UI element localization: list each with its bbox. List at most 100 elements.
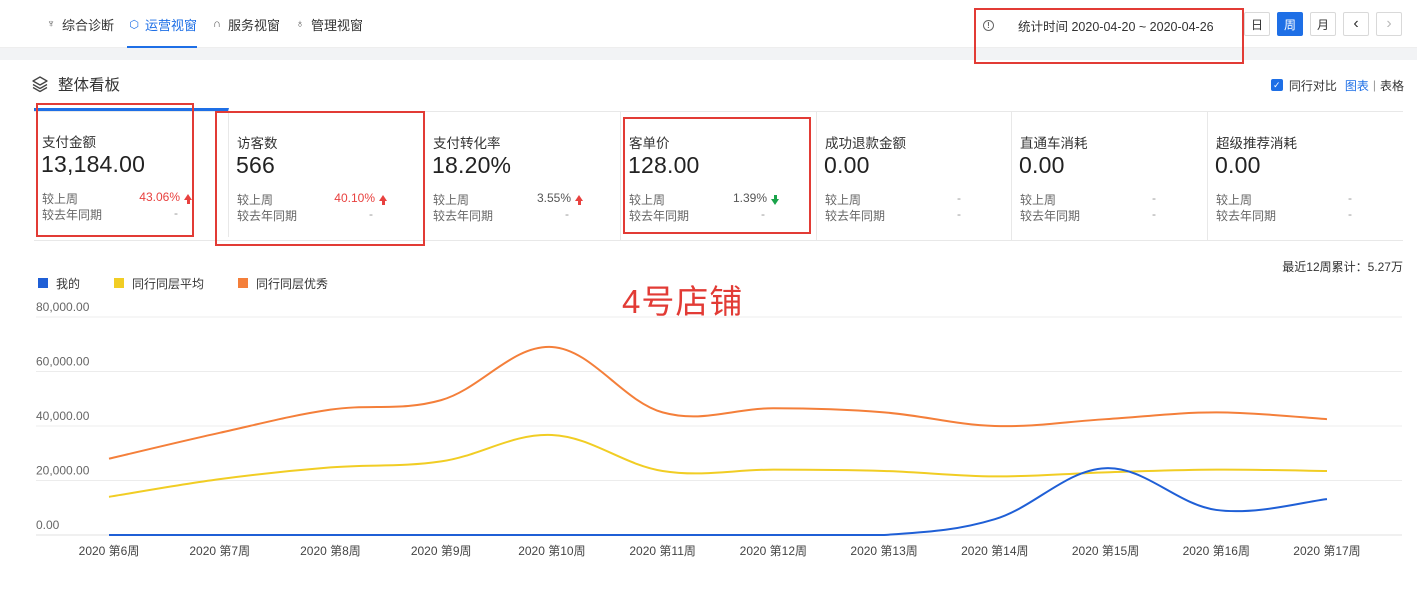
metric-value: 13,184.00: [41, 151, 146, 177]
wow-text: 1.39%: [732, 191, 767, 205]
yoy-value: -: [1152, 207, 1156, 221]
peer-compare-label: 同行对比: [1288, 78, 1337, 93]
wow-value: -: [1152, 191, 1156, 205]
yoy-label: 较去年同期: [433, 209, 494, 223]
wow-value: -: [957, 191, 961, 205]
metric-card-conversion[interactable]: 支付转化率 18.20% 较上周 3.55% 较去年同期 -: [425, 112, 621, 241]
panel-tools: ✓ 同行对比 图表 | 表格: [1270, 76, 1404, 94]
legend-item-peer-excellent[interactable]: 同行同层优秀: [238, 275, 328, 292]
wow-label: 较上周: [825, 193, 862, 207]
metric-value: 128.00: [628, 152, 700, 178]
period-day-button[interactable]: 日: [1244, 12, 1270, 36]
x-axis-ticks: 2020 第6周 2020 第7周 2020 第8周 2020 第9周 2020 第10…: [79, 544, 1361, 558]
period-week-button[interactable]: 周: [1277, 12, 1303, 36]
x-tick-label: 2020 第6周: [79, 544, 140, 558]
chart-grid: [36, 316, 1402, 536]
line-chart: 0.00 20,000.00 40,000.00 60,000.00 80,000.00…: [36, 300, 1402, 558]
chart-view-link[interactable]: 图表: [1345, 77, 1369, 94]
cumulative-summary: 最近12周累计：5.27万: [1282, 260, 1403, 274]
wow-label: 较上周: [629, 193, 666, 207]
metric-card-pay-amount[interactable]: 支付金额 13,184.00 较上周 43.06% 较去年同期 -: [34, 108, 229, 237]
wow-value: 40.10%: [334, 191, 387, 205]
metric-value: 0.00: [824, 152, 870, 178]
legend-item-mine[interactable]: 我的: [38, 275, 80, 292]
stat-time-text: 统计时间 2020-04-20 ~ 2020-04-26: [1018, 19, 1214, 34]
tab-manage[interactable]: ♁ 管理视窗: [293, 0, 363, 48]
wow-label: 较上周: [1216, 193, 1253, 207]
legend-label: 我的: [56, 276, 81, 291]
chevron-right-icon: ›: [1386, 15, 1392, 32]
wow-text: 3.55%: [536, 191, 571, 205]
manage-icon: ♁: [295, 18, 305, 30]
metric-label: 直通车消耗: [1020, 136, 1088, 151]
wow-text: 43.06%: [139, 190, 180, 204]
metric-card-unit-price[interactable]: 客单价 128.00 较上周 1.39% 较去年同期 -: [621, 112, 817, 241]
legend-label: 同行同层优秀: [256, 276, 329, 291]
metric-wow: 较上周 -: [825, 191, 975, 208]
prev-period-button[interactable]: ‹: [1343, 12, 1369, 36]
app-root: ♆ 综合诊断 ⬡ 运营视窗 ∩ 服务视窗 ♁ 管理视窗 ! 统计时间 2020-…: [0, 0, 1417, 591]
wow-value: 1.39%: [733, 191, 779, 205]
metric-card-refund[interactable]: 成功退款金额 0.00 较上周 - 较去年同期 -: [817, 112, 1012, 241]
chart-legend: 我的 同行同层平均 同行同层优秀: [38, 275, 362, 291]
x-tick-label: 2020 第8周: [300, 544, 361, 558]
metric-wow: 较上周 -: [1020, 191, 1170, 208]
metric-value: 0.00: [1215, 152, 1261, 178]
metric-wow: 较上周 -: [1216, 191, 1366, 208]
top-nav: ♆ 综合诊断 ⬡ 运营视窗 ∩ 服务视窗 ♁ 管理视窗 ! 统计时间 2020-…: [0, 0, 1417, 48]
metric-card-ztc[interactable]: 直通车消耗 0.00 较上周 - 较去年同期 -: [1012, 112, 1208, 241]
yoy-label: 较去年同期: [825, 209, 886, 223]
series-line-0: [109, 467, 1328, 536]
arrow-down-icon: [771, 195, 779, 205]
x-tick-label: 2020 第7周: [189, 544, 250, 558]
yoy-value: -: [174, 206, 178, 220]
metric-yoy: 较去年同期 -: [237, 207, 387, 224]
metric-cards: 支付金额 13,184.00 较上周 43.06% 较去年同期 - 访客数 56…: [34, 108, 1403, 241]
tab-operation[interactable]: ⬡ 运营视窗: [127, 0, 198, 48]
x-tick-label: 2020 第12周: [740, 544, 807, 558]
arrow-up-icon: [379, 195, 387, 205]
tab-service[interactable]: ∩ 服务视窗: [210, 0, 280, 48]
peer-compare-checkbox[interactable]: ✓: [1270, 79, 1283, 91]
metric-card-super-recommend[interactable]: 超级推荐消耗 0.00 较上周 - 较去年同期 -: [1208, 112, 1403, 241]
metric-yoy: 较去年同期 -: [1020, 207, 1170, 224]
metric-label: 超级推荐消耗: [1216, 136, 1297, 151]
legend-label: 同行同层平均: [132, 276, 205, 291]
tab-label: 综合诊断: [62, 17, 115, 33]
arrow-up-icon: [575, 195, 583, 205]
wow-value: 3.55%: [537, 191, 583, 205]
yoy-label: 较去年同期: [42, 208, 103, 222]
x-tick-label: 2020 第17周: [1293, 544, 1360, 558]
wow-label: 较上周: [433, 193, 470, 207]
metric-wow: 较上周 3.55%: [433, 191, 583, 208]
yoy-value: -: [1348, 207, 1352, 221]
metric-label: 成功退款金额: [825, 136, 906, 151]
tab-label: 服务视窗: [228, 17, 281, 33]
next-period-button[interactable]: ›: [1376, 12, 1402, 36]
metric-yoy: 较去年同期 -: [629, 207, 779, 224]
tab-label: 运营视窗: [145, 17, 198, 33]
wow-label: 较上周: [237, 193, 274, 207]
legend-swatch: [38, 278, 48, 288]
layers-icon: [32, 76, 48, 93]
diagnosis-icon: ♆: [46, 18, 56, 30]
period-month-button[interactable]: 月: [1310, 12, 1336, 36]
divider-band: [0, 48, 1417, 60]
legend-item-peer-average[interactable]: 同行同层平均: [114, 275, 204, 292]
metric-label: 支付金额: [42, 135, 96, 150]
metric-card-visitors[interactable]: 访客数 566 较上周 40.10% 较去年同期 -: [229, 112, 425, 241]
metric-wow: 较上周 43.06%: [42, 190, 192, 207]
y-tick-label: 20,000.00: [36, 464, 90, 478]
wow-label: 较上周: [1020, 193, 1057, 207]
y-tick-label: 80,000.00: [36, 300, 90, 314]
metric-value: 566: [236, 152, 275, 178]
metric-wow: 较上周 40.10%: [237, 191, 387, 208]
legend-swatch: [238, 278, 249, 288]
x-tick-label: 2020 第15周: [1072, 544, 1139, 558]
y-tick-label: 60,000.00: [36, 355, 90, 369]
tab-diagnosis[interactable]: ♆ 综合诊断: [44, 0, 114, 48]
chart-series: [108, 345, 1328, 536]
table-view-link[interactable]: 表格: [1380, 77, 1404, 94]
yoy-value: -: [957, 207, 961, 221]
panel-title: 整体看板: [31, 72, 120, 96]
